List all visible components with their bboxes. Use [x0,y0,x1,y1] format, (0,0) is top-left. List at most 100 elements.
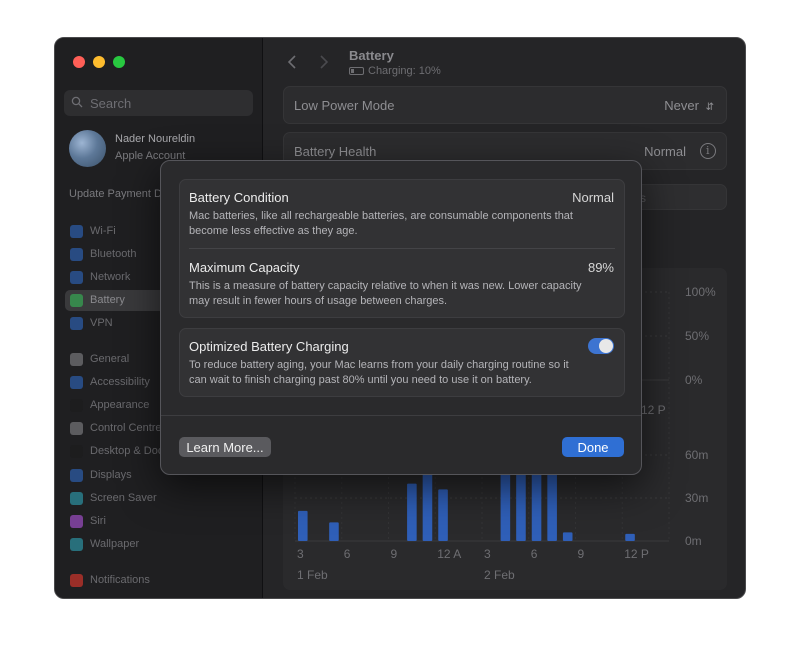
usage-bar [562,532,573,541]
wifi-icon [70,225,83,238]
sidebar-item-label: Screen Saver [90,492,157,504]
done-button[interactable]: Done [562,437,624,457]
usage-bar [407,483,417,541]
siri-icon [70,515,83,528]
sidebar-item-label: Notifications [90,574,150,586]
usage-x-tick: 9 [578,547,585,561]
battery-condition-title: Battery Condition [189,190,289,205]
health-info-group: Battery Condition Normal Mac batteries, … [179,179,625,318]
sidebar-item-label: Battery [90,294,125,306]
info-icon[interactable] [700,143,716,159]
account-name: Nader Noureldin [115,133,196,145]
search-placeholder: Search [90,96,132,111]
update-payment-notice[interactable]: Update Payment D [69,188,162,200]
updown-chevron-icon: ⇵ [705,102,714,113]
maximum-capacity-value: 89% [587,260,614,275]
screensaver-icon [70,492,83,505]
settings-window: Search Nader Noureldin Apple Account Upd… [54,37,746,599]
usage-x-tick: 3 [484,547,491,561]
sidebar-item-label: Desktop & Dock [90,445,169,457]
sidebar-item-label: Siri [90,515,106,527]
battery-health-value: Normal [644,144,686,159]
page-title: Battery [349,48,394,63]
optimized-charging-toggle[interactable] [588,338,614,354]
optimized-charging-group: Optimized Battery Charging To reduce bat… [179,328,625,397]
usage-x-tick: 6 [344,547,351,561]
usage-bar [625,533,635,541]
usage-bar [298,510,308,541]
bell-icon [70,574,83,587]
level-y-tick: 0% [685,373,703,387]
usage-x-tick: 6 [531,547,538,561]
low-power-mode-value: Never [664,98,699,113]
dialog-divider [161,415,641,416]
sidebar-item-label: General [90,353,130,365]
usage-x-tick: 3 [297,547,304,561]
learn-more-button[interactable]: Learn More... [179,437,271,457]
divider [189,248,615,249]
level-y-tick: 50% [685,329,709,343]
display-icon [70,469,83,482]
window-controls [73,56,125,68]
usage-bar [438,489,448,541]
bluetooth-icon [70,248,83,261]
zoom-window-button[interactable] [113,56,125,68]
back-chevron-icon[interactable] [283,52,303,72]
minimize-window-button[interactable] [93,56,105,68]
usage-y-tick: 30m [685,491,708,505]
usage-x-tick: 12 P [624,547,649,561]
low-power-mode-label: Low Power Mode [294,98,395,113]
forward-chevron-icon[interactable] [313,52,333,72]
battery-condition-description: Mac batteries, like all rechargeable bat… [189,210,573,237]
sidebar-item-label: Appearance [90,399,150,411]
battery-health-dialog: Battery Condition Normal Mac batteries, … [160,160,642,475]
low-power-mode-select[interactable]: Never ⇵ [664,98,714,113]
sidebar-item-siri[interactable]: Siri [65,511,253,532]
close-window-button[interactable] [73,56,85,68]
search-input[interactable]: Search [64,90,253,116]
usage-x-tick: 9 [391,547,398,561]
sidebar-item-label: Bluetooth [90,248,137,260]
optimized-charging-title: Optimized Battery Charging [189,339,349,354]
battery-icon [349,67,364,75]
sidebar-item-label: Accessibility [90,376,150,388]
usage-x-tick: 12 A [437,547,461,561]
sidebar-item-label: Network [90,271,131,283]
battery-condition-value: Normal [572,190,614,205]
usage-bar [531,472,542,541]
sidebar-item-screen-saver[interactable]: Screen Saver [65,488,253,509]
sidebar-item-label: Displays [90,469,132,481]
charging-status: Charging: 10% [349,65,441,77]
maximum-capacity-title: Maximum Capacity [189,260,300,275]
usage-bar [329,522,339,541]
battery-health-label: Battery Health [294,144,377,159]
battery-icon [70,294,83,307]
gear-icon [70,353,83,366]
vpn-icon [70,317,83,330]
usage-bar [547,472,557,541]
sidebar-item-wallpaper[interactable]: Wallpaper [65,534,253,555]
globe-icon [70,271,83,284]
level-y-tick: 100% [685,285,716,299]
sidebar-item-label: VPN [90,317,113,329]
search-icon [71,96,83,108]
sidebar-item-label: Wallpaper [90,538,140,550]
sidebar-item-label: Control Centre [90,422,162,434]
sidebar-item-notifications[interactable]: Notifications [65,570,253,591]
charging-status-text: Charging: 10% [368,65,441,77]
dock-icon [70,445,83,458]
level-x-tick: 12 P [641,403,666,417]
maximum-capacity-description: This is a measure of battery capacity re… [189,280,582,307]
usage-date-label: 2 Feb [484,568,515,582]
control-centre-icon [70,422,83,435]
appearance-icon [70,399,83,412]
usage-y-tick: 60m [685,448,708,462]
low-power-mode-row: Low Power Mode Never ⇵ [283,86,727,124]
avatar [69,130,106,167]
usage-y-tick: 0m [685,534,702,548]
toggle-knob [599,339,613,353]
optimized-charging-description: To reduce battery aging, your Mac learns… [189,359,569,386]
accessibility-icon [70,376,83,389]
sidebar-item-label: Wi-Fi [90,225,116,237]
usage-date-label: 1 Feb [297,568,328,582]
